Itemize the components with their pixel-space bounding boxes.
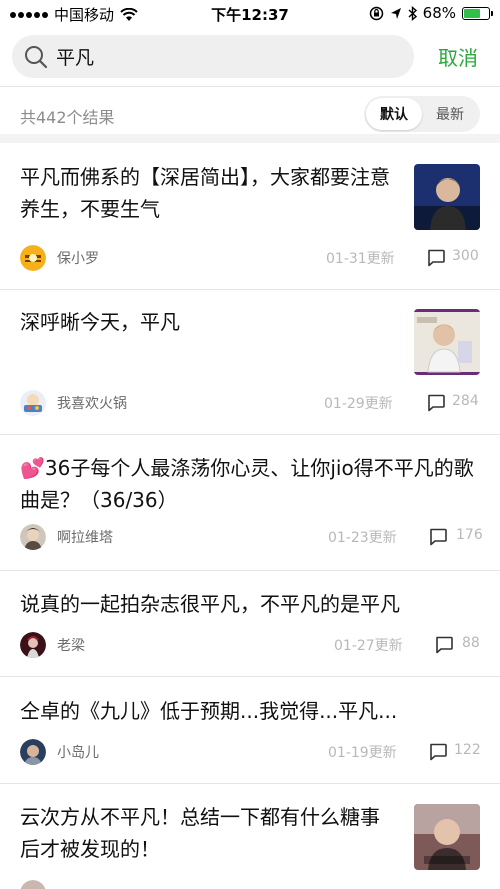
comment-count: 122: [454, 742, 481, 758]
post-title: 云次方从不平凡！总结一下都有什么糖事后才被发现的！: [20, 805, 380, 861]
comment-icon: [430, 528, 447, 546]
post-author[interactable]: 保小罗: [57, 248, 99, 268]
cancel-button[interactable]: 取消: [438, 42, 478, 71]
post-meta: 老梁 01-27更新 88: [20, 632, 480, 658]
section-gap: [0, 134, 500, 143]
post-date: 01-19更新: [328, 745, 397, 761]
post-card[interactable]: 深呼晰今天，平凡 我喜欢火锅 01-29更新 284: [0, 290, 500, 435]
post-thumbnail: [414, 309, 480, 375]
post-card[interactable]: 仝卓的《九儿》低于预期...我觉得...平凡... 小岛儿 01-19更新 12…: [0, 677, 500, 783]
result-count: 共442个结果: [20, 108, 115, 127]
post-date: 01-29更新: [324, 396, 393, 412]
avatar[interactable]: [20, 524, 46, 550]
rotation-lock-icon: [369, 6, 383, 20]
post-thumbnail: [414, 804, 480, 870]
post-title: 💕36子每个人最涤荡你心灵、让你jio得不平凡的歌曲是？（36/36）: [20, 456, 474, 512]
post-author[interactable]: 老梁: [57, 635, 85, 655]
avatar[interactable]: [20, 632, 46, 658]
comment-count: 300: [452, 248, 479, 264]
comment-icon: [428, 249, 445, 267]
post-author[interactable]: 我喜欢火锅: [57, 393, 127, 413]
post-meta: 保小罗 01-31更新 300: [20, 245, 480, 271]
location-icon: [390, 7, 401, 19]
post-date: 01-31更新: [326, 251, 395, 267]
comment-icon: [436, 636, 453, 654]
post-card[interactable]: 说真的一起拍杂志很平凡，不平凡的是平凡 老梁 01-27更新 88: [0, 571, 500, 676]
sort-toggle: 默认 最新: [364, 96, 480, 132]
post-meta: 啊拉维塔 01-23更新 176: [20, 524, 483, 550]
post-thumbnail: [414, 164, 480, 230]
post-author[interactable]: 啊拉维塔: [57, 527, 113, 547]
post-card[interactable]: 💕36子每个人最涤荡你心灵、让你jio得不平凡的歌曲是？（36/36） 啊拉维塔…: [0, 435, 500, 570]
post-author[interactable]: 小岛儿: [57, 742, 99, 762]
post-date: 01-23更新: [328, 530, 397, 546]
post-date: 01-27更新: [334, 638, 403, 654]
avatar[interactable]: [20, 245, 46, 271]
search-field[interactable]: [12, 35, 414, 78]
post-meta: 我喜欢火锅 01-29更新 284: [20, 390, 480, 416]
heart-emoji: 💕: [20, 456, 45, 480]
post-card[interactable]: 平凡而佛系的【深居简出】，大家都要注意养生，不要生气 保小罗 01-31更新 3…: [0, 143, 500, 289]
post-title: 平凡而佛系的【深居简出】，大家都要注意养生，不要生气: [20, 165, 390, 221]
post-title: 仝卓的《九儿》低于预期...我觉得...平凡...: [20, 699, 398, 723]
avatar[interactable]: [20, 880, 46, 889]
post-card[interactable]: 云次方从不平凡！总结一下都有什么糖事后才被发现的！: [0, 784, 500, 889]
avatar[interactable]: [20, 739, 46, 765]
header-divider: [0, 86, 500, 87]
search-input[interactable]: [56, 45, 376, 68]
post-title: 说真的一起拍杂志很平凡，不平凡的是平凡: [20, 592, 400, 616]
bluetooth-icon: [408, 5, 417, 21]
search-icon: [25, 45, 48, 68]
status-bar: 中国移动 下午12:37 68%: [0, 0, 500, 28]
post-title: 深呼晰今天，平凡: [20, 310, 180, 334]
comment-count: 176: [456, 527, 483, 543]
comment-count: 284: [452, 393, 479, 409]
post-meta: [20, 880, 480, 889]
battery-percent: 68%: [422, 4, 456, 22]
sort-default-button[interactable]: 默认: [366, 98, 422, 130]
sort-latest-button[interactable]: 最新: [422, 98, 478, 130]
post-meta: 小岛儿 01-19更新 122: [20, 739, 481, 765]
battery-icon: [462, 6, 493, 20]
comment-icon: [428, 394, 445, 412]
comment-icon: [430, 743, 447, 761]
avatar[interactable]: [20, 390, 46, 416]
comment-count: 88: [462, 635, 480, 651]
